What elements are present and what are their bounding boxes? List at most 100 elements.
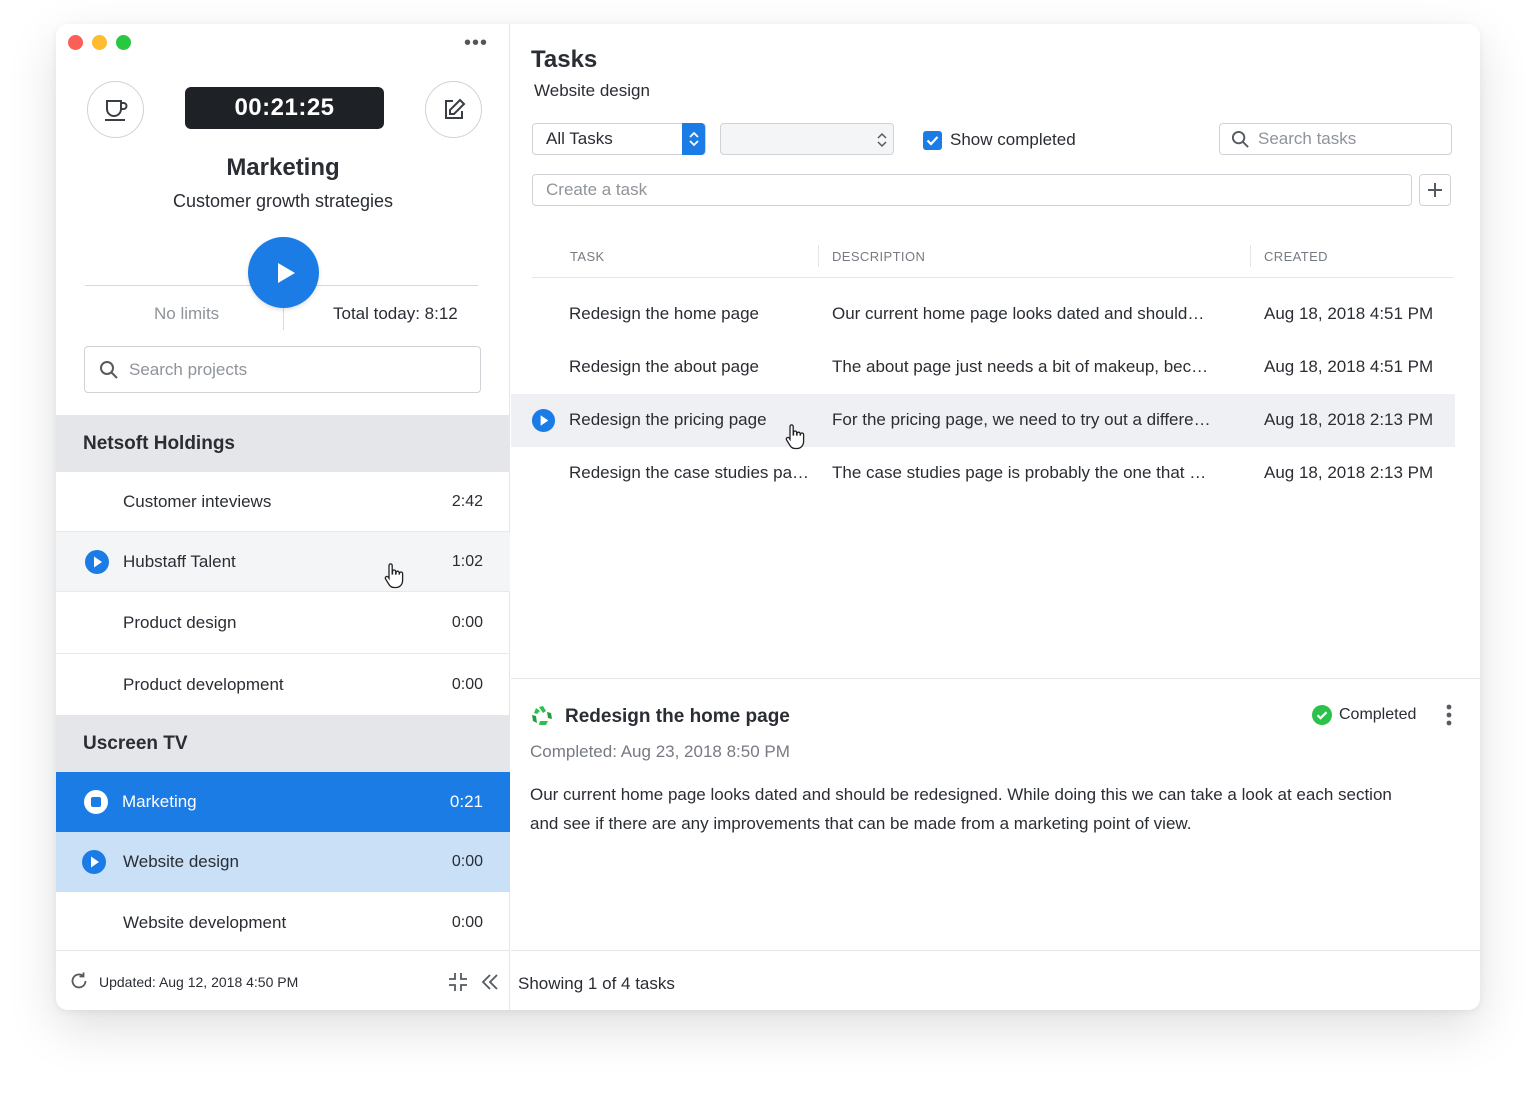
plus-icon	[1428, 183, 1442, 197]
sidebar-footer: Updated: Aug 12, 2018 4:50 PM	[56, 950, 510, 1010]
column-header-created[interactable]: CREATED	[1264, 249, 1328, 264]
last-updated-label: Updated: Aug 12, 2018 4:50 PM	[99, 974, 299, 990]
recycle-icon	[532, 706, 552, 725]
project-item[interactable]: Customer inteviews 2:42	[56, 472, 510, 532]
task-name: Redesign the case studies pa…	[569, 463, 810, 482]
search-icon	[100, 360, 118, 379]
up-down-arrows-icon	[877, 132, 887, 148]
task-created: Aug 18, 2018 4:51 PM	[1264, 304, 1434, 323]
column-header-description[interactable]: DESCRIPTION	[832, 249, 925, 264]
select-stepper[interactable]	[682, 123, 705, 155]
show-completed-checkbox[interactable]	[923, 131, 942, 150]
edit-note-button[interactable]	[425, 81, 482, 138]
page-title: Tasks	[531, 46, 598, 73]
task-detail-panel: Redesign the home page Completed Complet…	[511, 678, 1480, 950]
collapse-chevrons-icon[interactable]	[480, 972, 500, 992]
project-time: 2:42	[451, 492, 483, 510]
project-list: Netsoft Holdings Customer inteviews 2:42…	[56, 415, 510, 953]
project-name: Customer inteviews	[123, 491, 272, 511]
table-row[interactable]: Redesign the about page The about page j…	[532, 341, 1453, 394]
project-item-active[interactable]: Marketing 0:21	[56, 772, 510, 832]
task-description: For the pricing page, we need to try out…	[832, 410, 1211, 429]
tasks-panel: Tasks Website design All Tasks Show comp…	[511, 24, 1480, 1010]
table-header: TASK DESCRIPTION CREATED	[532, 237, 1453, 278]
secondary-filter-select[interactable]	[720, 123, 894, 155]
tasks-footer: Showing 1 of 4 tasks	[511, 950, 1480, 1010]
app-window: ••• 00:21:25 Marketing Customer growth s…	[56, 24, 1480, 1010]
checkmark-icon	[926, 136, 939, 146]
maximize-window-button[interactable]	[116, 35, 131, 50]
search-projects-input[interactable]	[129, 359, 459, 380]
group-header-uscreen-tv: Uscreen TV	[56, 715, 510, 772]
total-today-label: Total today: 8:12	[333, 304, 458, 323]
status-label: Completed	[1339, 706, 1417, 723]
table-row-hover[interactable]: Redesign the pricing page For the pricin…	[511, 394, 1455, 450]
table-row[interactable]: Redesign the home page Our current home …	[532, 288, 1453, 341]
column-header-task[interactable]: TASK	[570, 249, 605, 264]
project-time: 0:00	[451, 613, 483, 631]
more-horizontal-icon[interactable]: •••	[464, 32, 488, 55]
current-task-subtitle: Customer growth strategies	[172, 191, 394, 211]
tasks-project-subtitle: Website design	[534, 81, 650, 100]
project-name: Website development	[123, 912, 287, 932]
column-divider[interactable]	[818, 245, 819, 267]
project-name: Product design	[123, 612, 237, 632]
minimize-window-button[interactable]	[92, 35, 107, 50]
check-circle-icon	[1312, 705, 1332, 725]
timer-sidebar: ••• 00:21:25 Marketing Customer growth s…	[56, 24, 510, 1010]
task-filter-select[interactable]: All Tasks	[532, 123, 706, 155]
task-created: Aug 18, 2018 4:51 PM	[1264, 357, 1434, 376]
search-tasks-input[interactable]	[1258, 129, 1448, 149]
tasks-table: TASK DESCRIPTION CREATED Redesign the ho…	[511, 237, 1455, 500]
search-icon	[1231, 130, 1249, 148]
project-item[interactable]: Product development 0:00	[56, 654, 510, 715]
show-completed-label[interactable]: Show completed	[950, 130, 1076, 150]
task-count-label: Showing 1 of 4 tasks	[518, 974, 675, 993]
search-tasks-field[interactable]	[1219, 123, 1452, 155]
project-item[interactable]: Hubstaff Talent 1:02	[56, 532, 510, 592]
project-name: Website design	[123, 851, 239, 871]
compact-view-icon[interactable]	[448, 972, 468, 992]
search-projects-field[interactable]	[84, 346, 481, 393]
project-name: Marketing	[122, 791, 197, 811]
task-description: The case studies page is probably the on…	[832, 463, 1207, 482]
project-time: 0:21	[449, 791, 483, 811]
play-icon	[277, 262, 295, 283]
add-task-button[interactable]	[1419, 174, 1451, 206]
play-circle-icon[interactable]	[84, 549, 110, 575]
timer-display: 00:21:25	[185, 87, 384, 129]
coffee-cup-icon	[104, 99, 127, 121]
project-item-selected[interactable]: Website design 0:00	[56, 832, 510, 892]
project-time: 0:00	[451, 852, 483, 870]
window-controls	[68, 35, 131, 50]
play-circle-icon[interactable]	[531, 408, 556, 433]
task-detail-description: Our current home page looks dated and sh…	[530, 785, 1392, 833]
task-description: Our current home page looks dated and sh…	[832, 304, 1205, 323]
project-item[interactable]: Product design 0:00	[56, 592, 510, 654]
close-window-button[interactable]	[68, 35, 83, 50]
table-row[interactable]: Redesign the case studies pa… The case s…	[532, 447, 1453, 500]
hand-cursor-icon	[384, 563, 404, 589]
status-badge: Completed	[1312, 705, 1416, 725]
task-filter-value: All Tasks	[546, 129, 613, 148]
task-description: The about page just needs a bit of makeu…	[832, 357, 1209, 376]
project-time: 0:00	[451, 675, 483, 693]
up-down-arrows-icon	[688, 131, 699, 147]
more-vertical-icon[interactable]	[1445, 703, 1453, 727]
refresh-icon[interactable]	[69, 971, 89, 991]
edit-icon	[444, 98, 465, 119]
create-task-input[interactable]	[546, 180, 1386, 200]
create-task-field[interactable]	[532, 174, 1412, 206]
play-circle-icon[interactable]	[81, 849, 107, 875]
start-timer-button[interactable]	[248, 237, 319, 308]
column-divider[interactable]	[1250, 245, 1251, 267]
project-item[interactable]: Website development 0:00	[56, 892, 510, 953]
break-button[interactable]	[87, 81, 144, 138]
task-name: Redesign the about page	[569, 357, 759, 376]
task-name: Redesign the pricing page	[569, 410, 767, 429]
completed-date: Completed: Aug 23, 2018 8:50 PM	[530, 742, 790, 761]
stop-circle-icon[interactable]	[83, 789, 109, 815]
task-detail-title: Redesign the home page	[565, 706, 790, 727]
group-header-netsoft-holdings: Netsoft Holdings	[56, 415, 510, 472]
project-time: 0:00	[451, 913, 483, 931]
